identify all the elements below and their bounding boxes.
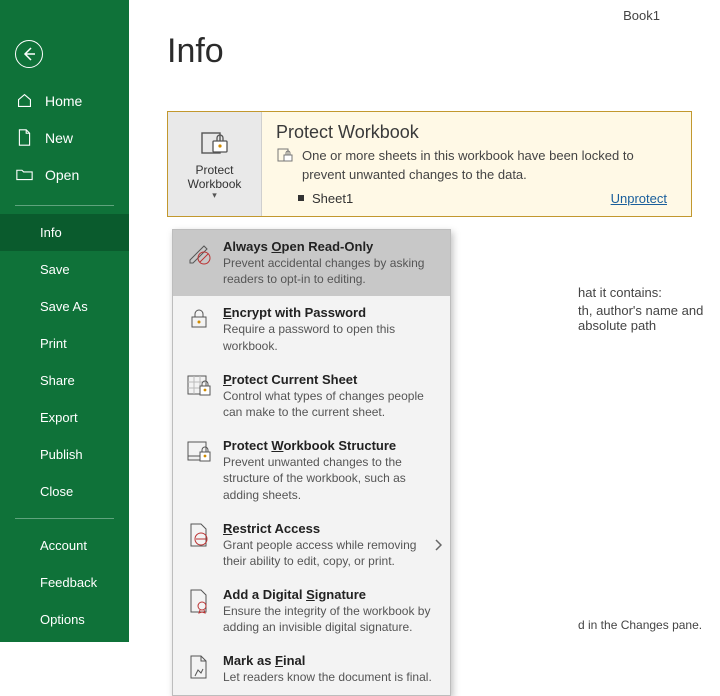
workbook-lock-icon [185,438,213,466]
sidebar-label: New [45,130,73,146]
pencil-forbidden-icon [185,239,213,267]
sidebar-label: Save [40,262,70,277]
sidebar-label: Close [40,484,73,499]
sidebar-item-close[interactable]: Close [0,473,129,510]
sidebar-label: Options [40,612,85,627]
mark-final-icon [185,653,213,681]
document-title: Book1 [623,8,660,23]
sidebar-label: Export [40,410,78,425]
sidebar-item-print[interactable]: Print [0,325,129,362]
menu-item-title: Restrict Access [223,521,440,536]
sidebar-item-save[interactable]: Save [0,251,129,288]
page-title: Info [167,32,720,71]
bullet-icon [298,195,304,201]
sidebar-item-new[interactable]: New [0,119,129,156]
sidebar-label: Save As [40,299,88,314]
sidebar-item-options[interactable]: Options [0,601,129,638]
chevron-down-icon: ▾ [212,190,217,201]
sidebar-label: Print [40,336,67,351]
peek-text: d in the Changes pane. [578,618,702,632]
locked-sheet-name: Sheet1 [312,191,611,206]
sidebar-label: Home [45,93,82,109]
menu-item-title: Always Open Read-Only [223,239,440,254]
menu-protect-current-sheet[interactable]: Protect Current Sheet Control what types… [173,363,450,429]
sidebar-label: Share [40,373,75,388]
menu-always-open-readonly[interactable]: Always Open Read-Only Prevent accidental… [173,230,450,296]
protect-workbook-label: Protect Workbook [170,163,259,192]
sidebar-label: Publish [40,447,83,462]
sidebar-label: Feedback [40,575,97,590]
menu-restrict-access[interactable]: Restrict Access Grant people access whil… [173,512,450,578]
sidebar-label: Open [45,167,79,183]
menu-protect-workbook-structure[interactable]: Protect Workbook Structure Prevent unwan… [173,429,450,512]
menu-item-desc: Ensure the integrity of the workbook by … [223,603,440,635]
protect-workbook-button[interactable]: Protect Workbook ▾ [168,112,262,216]
protect-workbook-menu: Always Open Read-Only Prevent accidental… [172,229,451,696]
menu-item-desc: Prevent unwanted changes to the structur… [223,454,440,503]
menu-item-desc: Require a password to open this workbook… [223,321,440,353]
unprotect-link[interactable]: Unprotect [611,191,667,206]
menu-item-title: Encrypt with Password [223,305,440,320]
peek-text: hat it contains: [578,285,662,300]
sidebar-item-home[interactable]: Home [0,82,129,119]
back-button[interactable] [15,40,43,68]
sidebar-item-open[interactable]: Open [0,156,129,193]
sheet-lock-icon [185,372,213,400]
lock-shield-icon [199,127,231,157]
divider [15,205,114,206]
new-file-icon [15,129,33,146]
menu-item-title: Mark as Final [223,653,440,668]
protect-message: One or more sheets in this workbook have… [302,147,677,185]
chevron-right-icon [434,539,442,551]
lock-key-icon [185,305,213,333]
sidebar-label: Account [40,538,87,553]
menu-item-desc: Let readers know the document is final. [223,669,440,685]
divider [15,518,114,519]
sidebar-item-feedback[interactable]: Feedback [0,564,129,601]
sidebar-item-publish[interactable]: Publish [0,436,129,473]
signature-ribbon-icon [185,587,213,615]
home-icon [15,92,33,109]
sidebar-label: Info [40,225,62,240]
sidebar-item-account[interactable]: Account [0,527,129,564]
menu-add-digital-signature[interactable]: Add a Digital Signature Ensure the integ… [173,578,450,644]
menu-item-title: Add a Digital Signature [223,587,440,602]
menu-mark-as-final[interactable]: Mark as Final Let readers know the docum… [173,644,450,694]
menu-item-title: Protect Current Sheet [223,372,440,387]
menu-item-desc: Grant people access while removing their… [223,537,440,569]
menu-item-title: Protect Workbook Structure [223,438,440,453]
back-arrow-icon [21,46,37,62]
menu-item-desc: Prevent accidental changes by asking rea… [223,255,440,287]
sidebar-item-save-as[interactable]: Save As [0,288,129,325]
sidebar-item-export[interactable]: Export [0,399,129,436]
menu-encrypt-password[interactable]: Encrypt with Password Require a password… [173,296,450,362]
sheet-lock-icon [276,147,294,185]
sidebar-item-share[interactable]: Share [0,362,129,399]
backstage-sidebar: Home New Open Info Save Save As Print [0,0,129,642]
peek-text: th, author's name and absolute path [578,303,720,333]
sidebar-item-info[interactable]: Info [0,214,129,251]
open-folder-icon [15,167,33,182]
restrict-access-icon [185,521,213,549]
menu-item-desc: Control what types of changes people can… [223,388,440,420]
protect-heading: Protect Workbook [276,122,677,143]
protect-workbook-panel: Protect Workbook ▾ Protect Workbook One … [167,111,692,217]
